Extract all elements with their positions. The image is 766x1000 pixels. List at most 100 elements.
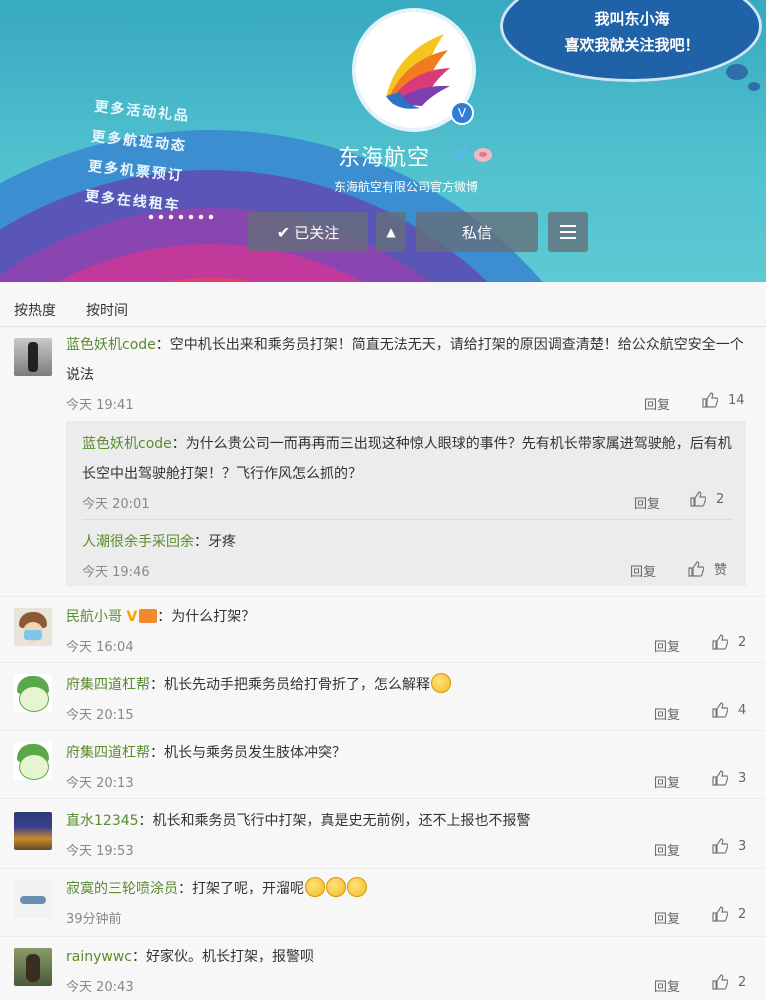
comment-body: ：为什么打架？ — [157, 609, 256, 625]
comment-text: rainywwc：好家伙。机长打架，报警呗 — [66, 942, 746, 972]
comment-body: ：机长先动手把乘务员给打骨折了，怎么解释 — [150, 677, 430, 693]
menu-icon — [560, 225, 576, 227]
like-count: 2 — [738, 634, 747, 650]
comment-body: ：机长和乘务员飞行中打架，真是史无前例，还不上报也不报警 — [138, 813, 531, 829]
divider — [0, 596, 766, 597]
comment-username[interactable]: 蓝色妖机code — [66, 337, 156, 353]
message-button[interactable]: 私信 — [416, 212, 538, 252]
like-button[interactable]: 2 — [712, 974, 746, 990]
divider — [0, 868, 766, 869]
thumb-up-icon — [712, 838, 728, 854]
thumb-up-icon — [712, 702, 728, 718]
comment-username[interactable]: 民航小哥 — [66, 609, 122, 625]
bubble-dot — [726, 64, 748, 80]
comment-body: ：好家伙。机长打架，报警呗 — [131, 949, 314, 965]
like-button[interactable]: 4 — [712, 702, 746, 718]
reply-button[interactable]: 回复 — [654, 636, 680, 655]
thumb-up-icon — [712, 770, 728, 786]
reply-time: 今天 20:01 — [82, 497, 150, 512]
like-button[interactable]: 赞 — [688, 559, 727, 578]
like-button[interactable]: 14 — [702, 392, 745, 408]
like-button[interactable]: 2 — [712, 634, 746, 650]
divider — [0, 936, 766, 937]
avatar[interactable] — [14, 674, 52, 712]
avatar[interactable] — [14, 608, 52, 646]
emoji-icon — [305, 877, 325, 897]
bubble-text: 我叫东小海 喜欢我就关注我吧！ — [520, 6, 744, 58]
reply-button[interactable]: 回复 — [654, 908, 680, 927]
comment-username[interactable]: 寂寞的三轮喷涂员 — [66, 881, 178, 897]
avatar[interactable] — [14, 742, 52, 780]
comment-text: 直水12345：机长和乘务员飞行中打架，真是史无前例，还不上报也不报警 — [66, 806, 746, 836]
reply-button[interactable]: 回复 — [654, 704, 680, 723]
reply-button[interactable]: 回复 — [654, 840, 680, 859]
thumb-up-icon — [690, 491, 706, 507]
emoji-icon — [431, 673, 451, 693]
avatar[interactable] — [14, 812, 52, 850]
bubble-dot — [748, 82, 760, 91]
like-count: 2 — [738, 974, 747, 990]
thumb-up-icon — [712, 906, 728, 922]
comment-username[interactable]: 直水12345 — [66, 813, 139, 829]
like-button[interactable]: 2 — [712, 906, 746, 922]
avatar[interactable] — [14, 880, 52, 918]
reply-button[interactable]: 回复 — [630, 561, 656, 580]
comment-text: 蓝色妖机code：空中机长出来和乘务员打架！简直无法无天，请给打架的原因调查清楚… — [66, 330, 746, 390]
divider — [82, 519, 732, 520]
comment-time: 今天 20:15 — [66, 708, 134, 723]
thumb-up-icon — [712, 974, 728, 990]
more-menu-button[interactable] — [548, 212, 588, 252]
avatar[interactable] — [14, 948, 52, 986]
comment-time: 39分钟前 — [66, 912, 122, 927]
comment-text: 民航小哥 V ：为什么打架？ — [66, 602, 746, 632]
promo-dots — [146, 214, 216, 220]
like-count: 4 — [738, 702, 747, 718]
like-count: 3 — [738, 770, 747, 786]
like-count: 2 — [716, 491, 725, 507]
like-button[interactable]: 2 — [690, 491, 724, 507]
comment-body: ：空中机长出来和乘务员打架！简直无法无天，请给打架的原因调查清楚！给公众航空安全… — [66, 337, 744, 383]
followed-label: 已关注 — [294, 223, 340, 242]
reply-button[interactable]: 回复 — [644, 394, 670, 413]
comment-time: 今天 19:41 — [66, 398, 134, 413]
reply-button[interactable]: 回复 — [634, 493, 660, 512]
like-count: 赞 — [714, 563, 728, 578]
thumb-up-icon — [702, 392, 718, 408]
sort-by-time[interactable]: 按时间 — [86, 300, 128, 320]
comment-text: 府集四道杠帮：机长先动手把乘务员给打骨折了，怎么解释 — [66, 670, 746, 700]
bubble-line-2: 喜欢我就关注我吧！ — [564, 36, 700, 54]
like-count: 3 — [738, 838, 747, 854]
reply-text: 人潮很余手采回余：牙疼 — [82, 527, 732, 557]
comment-time: 今天 20:43 — [66, 980, 134, 995]
thumb-up-icon — [688, 560, 704, 577]
reply-text: 蓝色妖机code：为什么贵公司一而再再而三出现这种惊人眼球的事件？先有机长带家属… — [82, 429, 732, 489]
reply-body: ：为什么贵公司一而再再而三出现这种惊人眼球的事件？先有机长带家属进驾驶舱，后有机… — [82, 436, 732, 482]
reply-username[interactable]: 蓝色妖机code — [82, 436, 172, 452]
like-count: 2 — [738, 906, 747, 922]
divider — [0, 798, 766, 799]
comment-text: 寂寞的三轮喷涂员：打架了呢，开溜呢 — [66, 874, 746, 904]
divider — [0, 662, 766, 663]
followed-button[interactable]: ✔ 已关注 — [248, 212, 368, 252]
thumb-up-icon — [712, 634, 728, 650]
emoji-icon — [326, 877, 346, 897]
comment-username[interactable]: rainywwc — [66, 949, 132, 965]
reply-button[interactable]: 回复 — [654, 772, 680, 791]
follow-options-button[interactable]: ▲ — [376, 212, 406, 252]
comment-time: 今天 20:13 — [66, 776, 134, 791]
comment-time: 今天 16:04 — [66, 640, 134, 655]
reply-username[interactable]: 人潮很余手采回余 — [82, 534, 194, 550]
like-count: 14 — [728, 392, 745, 408]
vip-badge-icon: V — [126, 609, 138, 625]
like-button[interactable]: 3 — [712, 770, 746, 786]
sort-by-hot[interactable]: 按热度 — [14, 300, 56, 320]
comment-time: 今天 19:53 — [66, 844, 134, 859]
comment-username[interactable]: 府集四道杠帮 — [66, 745, 150, 761]
verified-icon: V — [450, 101, 474, 125]
avatar[interactable] — [14, 338, 52, 376]
check-icon: ✔ — [276, 222, 291, 242]
comment-username[interactable]: 府集四道杠帮 — [66, 677, 150, 693]
like-button[interactable]: 3 — [712, 838, 746, 854]
reply-button[interactable]: 回复 — [654, 976, 680, 995]
bubble-line-1: 我叫东小海 — [594, 10, 670, 28]
